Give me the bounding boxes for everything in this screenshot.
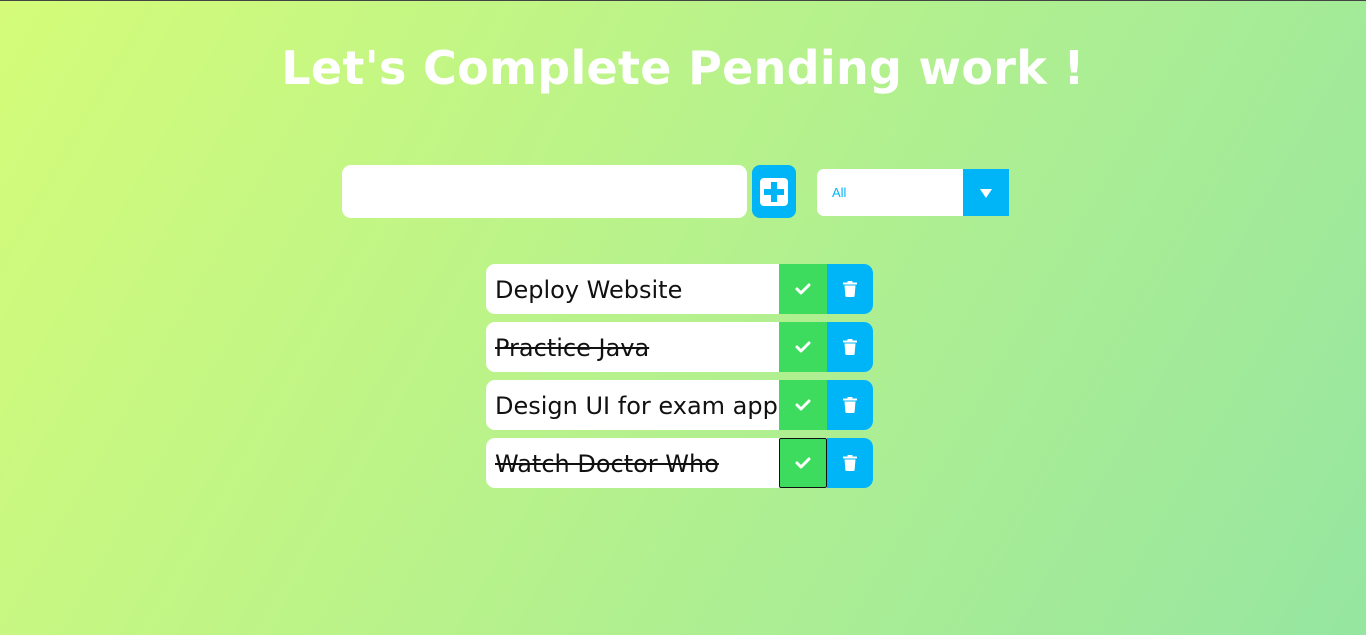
trash-icon <box>843 397 857 413</box>
delete-button[interactable] <box>827 264 873 314</box>
check-icon <box>795 341 811 353</box>
filter-dropdown-toggle[interactable] <box>963 169 1009 216</box>
trash-icon <box>843 455 857 471</box>
check-icon <box>795 399 811 411</box>
add-todo-button[interactable] <box>752 165 796 218</box>
todo-item: Design UI for exam app <box>486 380 873 430</box>
todo-item: Watch Doctor Who <box>486 438 873 488</box>
complete-button[interactable] <box>779 264 827 314</box>
check-icon <box>795 457 811 469</box>
todo-text: Design UI for exam app <box>495 392 778 420</box>
page-title: Let's Complete Pending work ! <box>281 41 1085 95</box>
caret-down-icon <box>980 188 992 198</box>
todo-text: Deploy Website <box>495 276 683 304</box>
trash-icon <box>843 281 857 297</box>
delete-button[interactable] <box>827 380 873 430</box>
plus-square-icon <box>760 177 788 206</box>
todo-text: Watch Doctor Who <box>495 450 719 478</box>
check-icon <box>795 283 811 295</box>
todo-item: Deploy Website <box>486 264 873 314</box>
todo-item: Practice Java <box>486 322 873 372</box>
delete-button[interactable] <box>827 438 873 488</box>
filter-select[interactable]: All <box>817 169 1009 216</box>
complete-button[interactable] <box>779 438 827 488</box>
todo-text: Practice Java <box>495 334 650 362</box>
delete-button[interactable] <box>827 322 873 372</box>
todo-list: Deploy Website Practice Java Design UI f… <box>486 264 873 496</box>
complete-button[interactable] <box>779 380 827 430</box>
complete-button[interactable] <box>779 322 827 372</box>
trash-icon <box>843 339 857 355</box>
todo-input[interactable] <box>342 165 747 218</box>
filter-selected-value: All <box>832 185 847 200</box>
